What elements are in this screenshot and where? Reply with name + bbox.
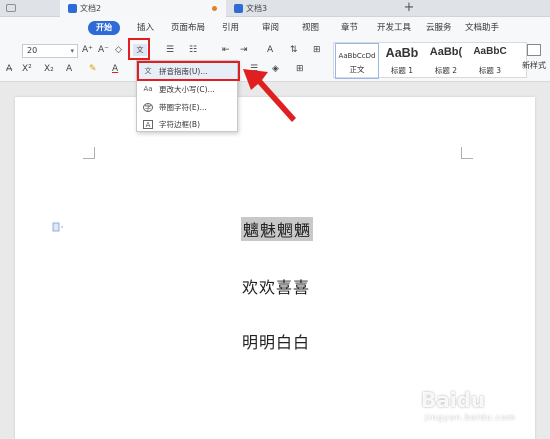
shrink-font-icon[interactable]: A⁻	[98, 44, 109, 56]
outdent-icon[interactable]: ⇤	[222, 44, 230, 56]
menu-start[interactable]: 开始	[88, 21, 120, 35]
tab-bar: 文档2 文档3 +	[0, 0, 550, 17]
watermark-main: Baidu	[421, 388, 486, 412]
menu-item-character-border[interactable]: A 字符边框(B)	[137, 116, 237, 133]
menu-page-layout[interactable]: 页面布局	[171, 21, 205, 35]
crop-mark	[83, 147, 95, 159]
chevron-down-icon: ▾	[70, 47, 74, 55]
strikethrough-icon[interactable]: A̶	[6, 63, 12, 75]
font-color-icon[interactable]: A	[112, 63, 118, 75]
highlight-box-menu-item	[137, 61, 240, 81]
subscript-icon[interactable]: X₂	[44, 63, 54, 75]
table-borders-icon[interactable]: ⊞	[313, 44, 321, 56]
tab-label: 文档3	[246, 4, 268, 13]
style-normal[interactable]: AaBbCcDd 正文	[335, 43, 379, 79]
highlight-icon[interactable]: ✎	[89, 63, 97, 75]
menu-bar: 开始 插入 页面布局 引用 审阅 视图 章节 开发工具 云服务 文档助手	[0, 17, 550, 39]
watermark: Baidu jingyan.baidu.com	[421, 388, 531, 428]
font-size-value: 20	[27, 46, 38, 55]
tab-document-3[interactable]: 文档3	[226, 0, 393, 17]
ribbon: 20 ▾ A⁺ A⁻ ◇ 文 ☰ ☷ ⇤ ⇥ A ⇅ ⊞ A̶ X² X₂ A …	[0, 39, 550, 82]
style-preview: AaBb	[385, 46, 419, 60]
bullets-icon[interactable]: ☰	[166, 44, 174, 56]
tab-label: 文档2	[80, 4, 102, 13]
numbering-icon[interactable]: ☷	[189, 44, 197, 56]
menu-cloud[interactable]: 云服务	[426, 21, 452, 35]
menu-view[interactable]: 视图	[302, 21, 319, 35]
style-heading-1[interactable]: AaBb 标题 1	[380, 43, 424, 79]
menu-insert[interactable]: 插入	[137, 21, 154, 35]
change-case-icon: Aa	[143, 85, 153, 93]
style-heading-3[interactable]: AaBbC 标题 3	[468, 43, 512, 79]
font-size-select[interactable]: 20 ▾	[22, 44, 78, 58]
menu-references[interactable]: 引用	[222, 21, 239, 35]
line-spacing-icon[interactable]: ☰	[250, 63, 258, 75]
menu-item-label: 更改大小写(C)...	[159, 85, 215, 94]
shading-icon[interactable]: ◈	[272, 63, 279, 75]
style-gallery: AaBbCcDd 正文 AaBb 标题 1 AaBb( 标题 2 AaBbC 标…	[333, 42, 527, 79]
menu-item-change-case[interactable]: Aa 更改大小写(C)...	[137, 81, 237, 98]
style-name: 正文	[349, 65, 365, 74]
menu-doc-assistant[interactable]: 文档助手	[465, 21, 499, 35]
chinese-layout-icon[interactable]: A	[267, 44, 273, 56]
style-name: 标题 1	[390, 66, 414, 75]
window-icon	[6, 4, 16, 12]
doc-icon	[68, 4, 77, 13]
tab-document-2[interactable]: 文档2	[60, 0, 226, 17]
unsaved-dot-icon	[212, 6, 217, 11]
new-style-icon	[527, 44, 541, 56]
style-name: 标题 2	[434, 66, 458, 75]
style-preview: AaBbC	[473, 46, 507, 57]
doc-icon	[234, 4, 243, 13]
style-preview: AaBbCcDd	[338, 52, 376, 60]
menu-review[interactable]: 审阅	[262, 21, 279, 35]
selected-text[interactable]: 魑魅魍魉	[241, 217, 314, 241]
enclosed-char-icon: 字	[143, 103, 153, 112]
grow-font-icon[interactable]: A⁺	[82, 44, 93, 56]
style-heading-2[interactable]: AaBb( 标题 2	[424, 43, 468, 79]
paragraph-marker-icon[interactable]	[52, 222, 64, 232]
menu-chapter[interactable]: 章节	[341, 21, 358, 35]
menu-developer[interactable]: 开发工具	[377, 21, 411, 35]
style-name: 标题 3	[478, 66, 502, 75]
new-style-label: 新样式	[522, 61, 546, 70]
superscript-icon[interactable]: X²	[22, 63, 32, 75]
document-line[interactable]: 欢欢喜喜	[242, 274, 310, 298]
char-border-icon: A	[143, 120, 153, 129]
indent-icon[interactable]: ⇥	[240, 44, 248, 56]
watermark-sub: jingyan.baidu.com	[425, 413, 516, 422]
clear-format-icon[interactable]: ◇	[115, 44, 122, 56]
text-effect-icon[interactable]: A	[66, 63, 72, 75]
document-line[interactable]: 明明白白	[242, 329, 310, 353]
sort-icon[interactable]: ⇅	[290, 44, 298, 56]
menu-item-label: 字符边框(B)	[159, 120, 200, 129]
tab-previous[interactable]	[0, 0, 60, 17]
crop-mark	[461, 147, 473, 159]
menu-item-label: 带圈字符(E)...	[159, 103, 207, 112]
menu-item-enclosed-characters[interactable]: 字 带圈字符(E)...	[137, 99, 237, 116]
style-preview: AaBb(	[429, 46, 463, 58]
border-icon[interactable]: ⊞	[296, 63, 304, 75]
new-tab-button[interactable]: +	[402, 0, 416, 17]
highlight-box-button	[128, 38, 150, 60]
new-style-button[interactable]: 新样式	[518, 44, 550, 72]
